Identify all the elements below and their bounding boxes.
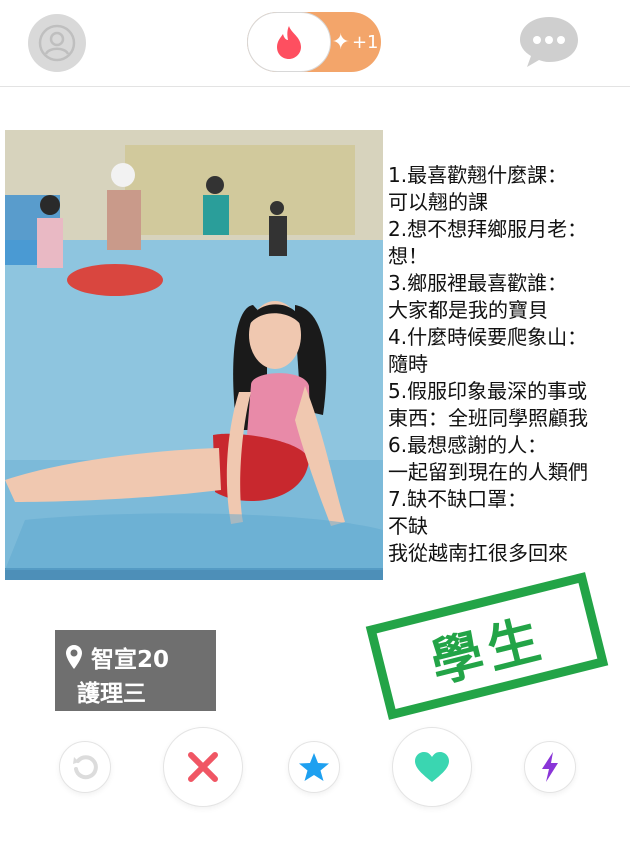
chat-icon[interactable] xyxy=(517,14,581,70)
qa-line: 一起留到現在的人類們 xyxy=(388,460,588,484)
qa-line: 7.缺不缺口罩： xyxy=(388,487,528,511)
close-icon xyxy=(188,752,218,782)
profile-department: 護理三 xyxy=(77,681,146,707)
sparkle-icon: ✦ xyxy=(331,29,350,55)
qa-line: 隨時 xyxy=(388,352,428,376)
rewind-button[interactable] xyxy=(59,741,111,793)
flame-logo-button[interactable] xyxy=(247,12,331,72)
lightning-bolt-icon xyxy=(542,752,558,782)
boost-button[interactable] xyxy=(524,741,576,793)
name-row: 智宣20 xyxy=(65,640,169,674)
qa-line: 6.最想感謝的人： xyxy=(388,433,548,457)
qa-line: 大家都是我的寶貝 xyxy=(388,298,548,322)
profile-photo[interactable] xyxy=(5,130,383,580)
qa-line: 可以翹的課 xyxy=(388,190,488,214)
pool-photo-illustration xyxy=(5,130,383,580)
like-button[interactable] xyxy=(392,727,472,807)
qa-line: 想！ xyxy=(388,244,428,268)
qa-line: 5.假服印象最深的事或 xyxy=(388,379,588,403)
profile-name-age: 智宣20 xyxy=(91,647,170,673)
heart-icon xyxy=(415,752,449,782)
qa-line: 4.什麼時候要爬象山： xyxy=(388,325,588,349)
rewind-icon xyxy=(73,755,98,780)
profile-qa-text: 1.最喜歡翹什麼課： 可以翹的課 2.想不想拜鄉服月老： 想！ 3.鄉服裡最喜歡… xyxy=(388,162,630,567)
student-stamp: 學生 xyxy=(365,572,609,720)
super-like-button[interactable] xyxy=(288,741,340,793)
stamp-text: 學生 xyxy=(424,608,552,695)
location-pin-icon xyxy=(66,645,82,669)
qa-line: 我從越南扛很多回來 xyxy=(388,541,568,565)
qa-line: 東西：全班同學照顧我 xyxy=(388,406,588,430)
top-bar: ✦ +1 xyxy=(0,0,630,87)
qa-line: 3.鄉服裡最喜歡誰： xyxy=(388,271,568,295)
app-mode-toggle[interactable]: ✦ +1 xyxy=(247,12,381,72)
qa-line: 1.最喜歡翹什麼課： xyxy=(388,163,568,187)
profile-info-box: 智宣20 護理三 xyxy=(55,630,216,711)
boost-count-badge[interactable]: ✦ +1 xyxy=(331,12,379,72)
nope-button[interactable] xyxy=(163,727,243,807)
profile-avatar-button[interactable] xyxy=(28,14,86,72)
qa-line: 2.想不想拜鄉服月老： xyxy=(388,217,588,241)
flame-icon xyxy=(277,26,301,59)
boost-count: +1 xyxy=(351,31,379,53)
qa-line: 不缺 xyxy=(388,514,428,538)
star-icon xyxy=(299,753,329,781)
user-icon xyxy=(38,24,76,62)
